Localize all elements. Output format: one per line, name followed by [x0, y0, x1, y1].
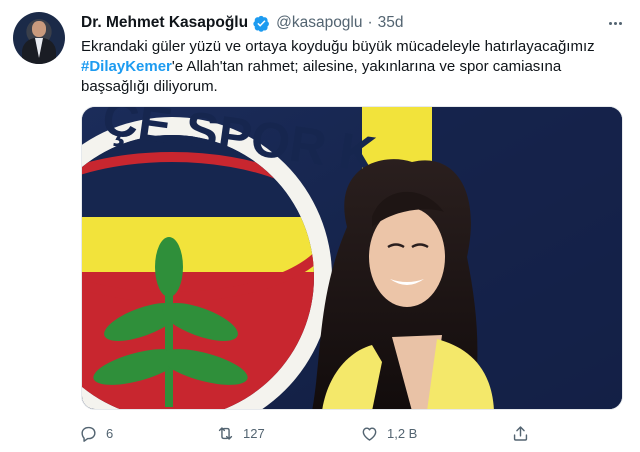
tweet-text-line-3: başsağlığı diliyorum.	[81, 78, 218, 95]
more-options-icon[interactable]	[604, 14, 626, 32]
share-button[interactable]	[511, 422, 538, 444]
retweet-count: 127	[243, 425, 265, 441]
verified-badge-icon	[253, 15, 270, 32]
tweet-text-line-2-rest: 'e Allah'tan rahmet; ailesine, yakınları…	[171, 58, 562, 75]
retweet-button[interactable]: 127	[216, 422, 265, 444]
tweet-media-photo[interactable]: ÇE SPOR K	[81, 106, 623, 410]
reply-button[interactable]: 6	[79, 422, 113, 444]
tweet-text: Ekrandaki güler yüzü ve ortaya koyduğu b…	[81, 37, 626, 97]
author-display-name[interactable]: Dr. Mehmet Kasapoğlu	[81, 14, 248, 32]
share-icon	[513, 425, 528, 441]
heart-icon	[362, 426, 377, 441]
hashtag-link[interactable]: #DilayKemer	[81, 58, 172, 75]
tweet-text-line-2: #DilayKemer'e Allah'tan rahmet; ailesine…	[81, 57, 626, 77]
header-separator: ·	[367, 14, 373, 31]
retweet-icon	[218, 426, 233, 440]
avatar-head	[32, 21, 46, 37]
like-button[interactable]: 1,2 B	[360, 422, 417, 444]
author-avatar[interactable]	[13, 12, 65, 64]
tweet-text-line-1: Ekrandaki güler yüzü ve ortaya koyduğu b…	[81, 38, 595, 55]
tweet-timestamp[interactable]: 35d	[378, 14, 404, 32]
reply-count: 6	[106, 425, 114, 441]
tweet-header: Dr. Mehmet Kasapoğlu @kasapoglu · 35d	[81, 13, 626, 33]
tweet-actions-bar: 6 127 1,2 B	[79, 422, 549, 444]
reply-icon	[81, 426, 96, 442]
photo-illustration: ÇE SPOR K	[82, 107, 622, 409]
like-count: 1,2 B	[387, 425, 418, 441]
author-handle[interactable]: @kasapoglu	[276, 14, 362, 32]
